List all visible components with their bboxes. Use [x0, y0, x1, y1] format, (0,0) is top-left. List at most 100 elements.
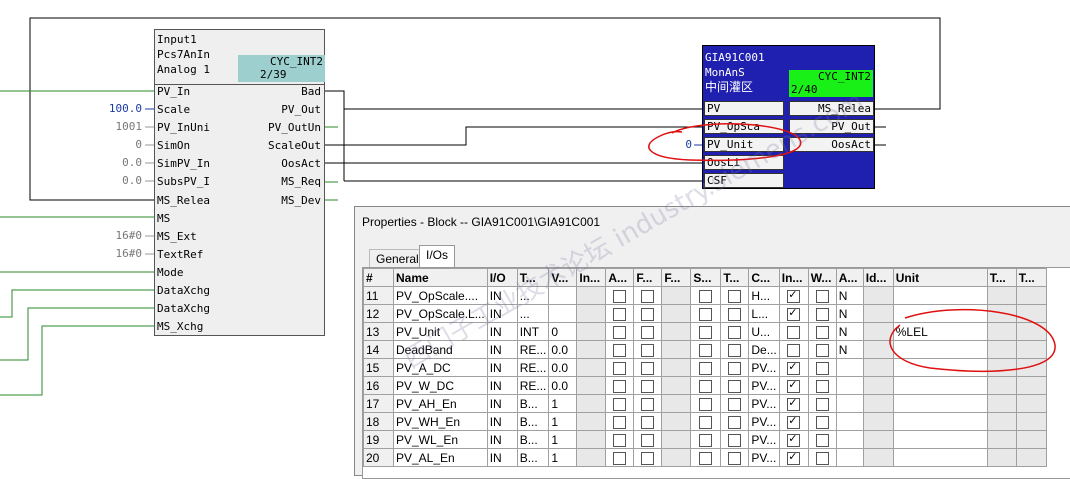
b1-pin-subspv-in[interactable]: SubsPV_I — [157, 175, 210, 189]
io-cell[interactable]: IN — [486, 412, 518, 431]
f-cell[interactable] — [661, 304, 692, 323]
s-checkbox[interactable] — [699, 397, 713, 411]
column-header[interactable]: C... — [748, 268, 780, 287]
name-cell[interactable]: PV_Unit — [393, 322, 488, 341]
value-cell[interactable]: 0 — [548, 322, 578, 341]
interconnection-cell[interactable] — [576, 322, 607, 341]
row-number-cell[interactable]: 18 — [363, 412, 394, 431]
interconnection-cell[interactable] — [576, 376, 607, 395]
column-header[interactable]: T... — [516, 268, 550, 287]
type-cell[interactable]: RE... — [516, 340, 550, 359]
name-cell[interactable]: PV_OpScale.L... — [393, 304, 488, 323]
watched-cell[interactable] — [807, 286, 837, 305]
column-header[interactable]: In... — [778, 268, 809, 287]
watched-cell[interactable] — [807, 322, 837, 341]
invisible-cell[interactable] — [778, 394, 809, 413]
archive-checkbox[interactable] — [613, 325, 627, 339]
column-header[interactable]: A... — [605, 268, 635, 287]
watched-cell[interactable] — [807, 448, 837, 467]
for-test-cell[interactable] — [633, 430, 663, 449]
unit-cell[interactable] — [892, 358, 988, 377]
io-cell[interactable]: IN — [486, 340, 518, 359]
type-cell[interactable]: ... — [516, 304, 550, 323]
b2-pin-pv-opscale[interactable]: PV_OpSca — [704, 119, 784, 134]
t-extra-cell[interactable] — [1015, 376, 1047, 395]
row-number-cell[interactable]: 11 — [363, 286, 394, 305]
invisible-cell[interactable] — [778, 412, 809, 431]
for-test-cell[interactable] — [633, 286, 663, 305]
b1-pin-ms-xchg[interactable]: MS_Xchg — [157, 320, 203, 334]
value-cell[interactable]: 1 — [548, 448, 578, 467]
s-cell[interactable] — [690, 286, 722, 305]
watched-cell[interactable] — [807, 376, 837, 395]
identifier-cell[interactable] — [862, 322, 894, 341]
identifier-cell[interactable] — [862, 304, 894, 323]
t-checkbox[interactable] — [728, 415, 742, 429]
t-cell[interactable] — [720, 394, 750, 413]
for-test-checkbox[interactable] — [641, 361, 655, 375]
t-cell[interactable] — [720, 412, 750, 431]
t-extra-cell[interactable] — [1015, 340, 1047, 359]
invisible-cell[interactable] — [778, 340, 809, 359]
t-extra-cell[interactable] — [1015, 286, 1047, 305]
block-gia91c001-monans[interactable]: GIA91C001 MonAnS 中间灌区 CYC_INT2 2/40 PV P… — [702, 45, 875, 189]
interconnection-cell[interactable] — [576, 430, 607, 449]
table-row[interactable]: 19 PV_WL_En IN B... 1 PV... — [363, 430, 1047, 449]
type-cell[interactable]: INT — [516, 322, 550, 341]
s-cell[interactable] — [690, 376, 722, 395]
type-cell[interactable]: RE... — [516, 376, 550, 395]
b2-out-oosact[interactable]: OosAct — [789, 137, 874, 152]
comment-cell[interactable]: PV... — [748, 448, 780, 467]
t-cell[interactable] — [720, 304, 750, 323]
t-cell[interactable] — [720, 358, 750, 377]
s-cell[interactable] — [690, 322, 722, 341]
watched-cell[interactable] — [807, 304, 837, 323]
row-number-cell[interactable]: 20 — [363, 448, 394, 467]
for-test-checkbox[interactable] — [641, 289, 655, 303]
f-cell[interactable] — [661, 448, 692, 467]
name-cell[interactable]: PV_AL_En — [393, 448, 488, 467]
for-test-checkbox[interactable] — [641, 415, 655, 429]
f-cell[interactable] — [661, 322, 692, 341]
b1-pin-pv-in[interactable]: PV_In — [157, 85, 190, 99]
io-cell[interactable]: IN — [486, 448, 518, 467]
archive-cell[interactable] — [605, 358, 635, 377]
table-row[interactable]: 14 DeadBand IN RE... 0.0 De... N — [363, 340, 1047, 359]
t-extra-cell[interactable] — [1015, 412, 1047, 431]
archive-cell[interactable] — [605, 376, 635, 395]
s-checkbox[interactable] — [699, 379, 713, 393]
s-checkbox[interactable] — [699, 343, 713, 357]
type-cell[interactable]: B... — [516, 448, 550, 467]
t-extra-cell[interactable] — [1015, 304, 1047, 323]
value-cell[interactable]: 0.0 — [548, 340, 578, 359]
column-header[interactable]: W... — [807, 268, 837, 287]
s-cell[interactable] — [690, 448, 722, 467]
for-test-cell[interactable] — [633, 394, 663, 413]
t-cell[interactable] — [720, 448, 750, 467]
io-cell[interactable]: IN — [486, 430, 518, 449]
t-extra-cell[interactable] — [986, 448, 1017, 467]
b2-pin-oosli[interactable]: OosLi — [704, 155, 784, 170]
f-cell[interactable] — [661, 340, 692, 359]
row-number-cell[interactable]: 13 — [363, 322, 394, 341]
unit-cell[interactable] — [892, 448, 988, 467]
attribute-cell[interactable]: N — [835, 304, 864, 323]
attribute-cell[interactable] — [835, 394, 864, 413]
f-cell[interactable] — [661, 394, 692, 413]
invisible-checkbox[interactable] — [787, 288, 801, 303]
column-header[interactable]: T... — [1015, 268, 1047, 287]
s-checkbox[interactable] — [699, 451, 713, 465]
for-test-cell[interactable] — [633, 358, 663, 377]
interconnection-cell[interactable] — [576, 448, 607, 467]
invisible-checkbox[interactable] — [787, 414, 801, 429]
invisible-checkbox[interactable] — [787, 306, 801, 321]
t-extra-cell[interactable] — [986, 412, 1017, 431]
type-cell[interactable]: B... — [516, 394, 550, 413]
f-cell[interactable] — [661, 412, 692, 431]
s-checkbox[interactable] — [699, 325, 713, 339]
unit-cell[interactable] — [892, 394, 988, 413]
t-checkbox[interactable] — [728, 325, 742, 339]
t-checkbox[interactable] — [728, 307, 742, 321]
t-extra-cell[interactable] — [1015, 394, 1047, 413]
b2-pin-pv[interactable]: PV — [704, 101, 784, 116]
